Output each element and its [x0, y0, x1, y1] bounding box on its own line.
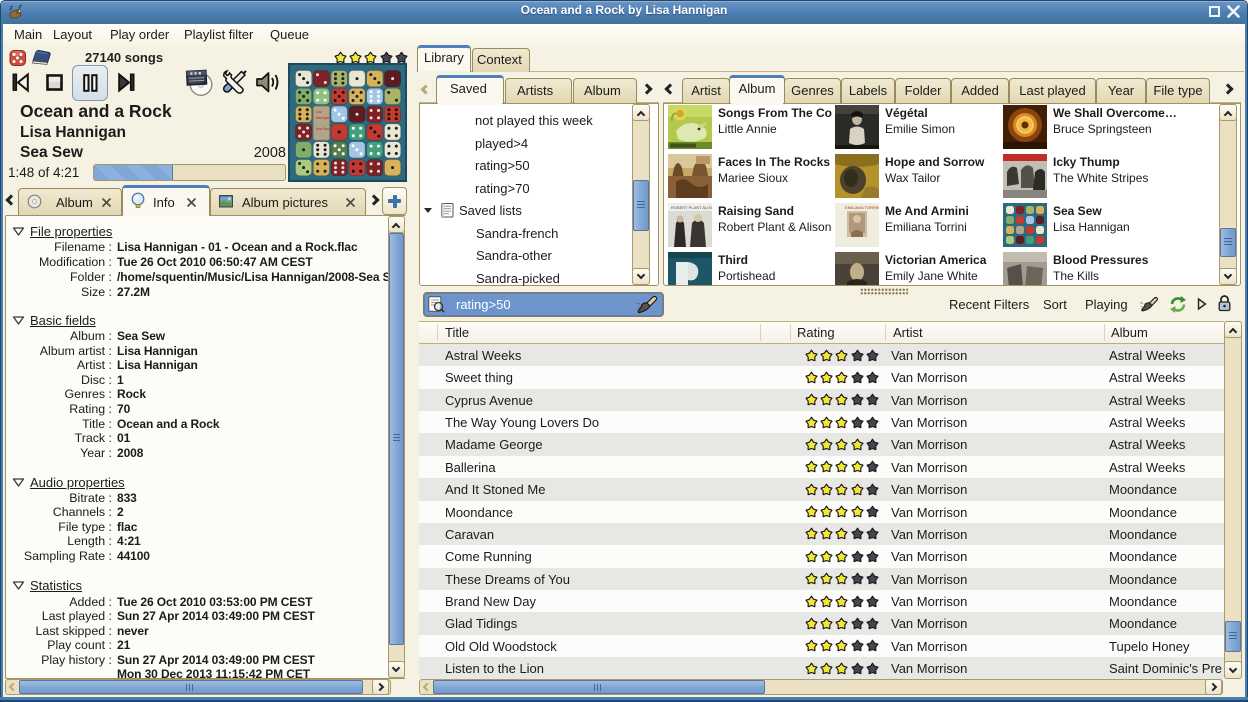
svg-text:Hannigan: Hannigan: [316, 116, 331, 120]
svg-text:ROBERT PLANT ALISON KRAUSS: ROBERT PLANT ALISON KRAUSS: [671, 205, 712, 210]
svg-text:Lisa: Lisa: [316, 110, 322, 114]
svg-text:EMILIANA TORRINI: EMILIANA TORRINI: [845, 205, 879, 210]
svg-text:Sea Sew: Sea Sew: [316, 127, 330, 131]
